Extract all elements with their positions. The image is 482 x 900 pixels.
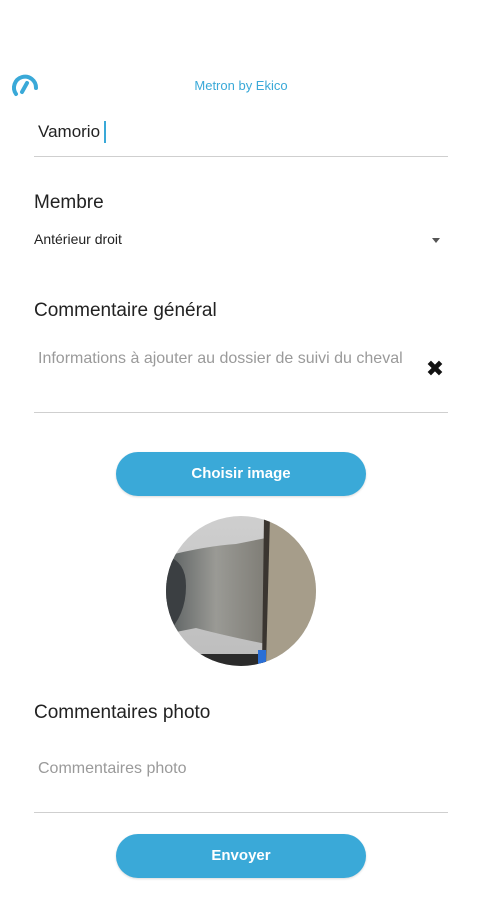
general-comment-label: Commentaire général — [34, 300, 217, 321]
membre-select[interactable]: Antérieur droit — [34, 228, 448, 254]
dropdown-arrow-icon — [432, 238, 440, 243]
app-brand: Metron by Ekico — [194, 78, 288, 93]
membre-label: Membre — [34, 192, 104, 213]
text-caret — [104, 121, 106, 143]
choose-image-button[interactable]: Choisir image — [116, 452, 366, 496]
send-button[interactable]: Envoyer — [116, 834, 366, 878]
photo-preview — [166, 516, 316, 666]
photo-comments-placeholder: Commentaires photo — [38, 760, 187, 777]
horse-name-value: Vamorio — [38, 122, 101, 141]
membre-selected-value: Antérieur droit — [34, 231, 122, 247]
photo-comments-input[interactable]: Commentaires photo — [34, 740, 448, 813]
photo-comments-label: Commentaires photo — [34, 702, 211, 723]
close-icon[interactable]: ✖ — [424, 358, 446, 380]
general-comment-placeholder: Informations à ajouter au dossier de sui… — [38, 350, 403, 367]
general-comment-input[interactable]: Informations à ajouter au dossier de sui… — [34, 340, 448, 413]
